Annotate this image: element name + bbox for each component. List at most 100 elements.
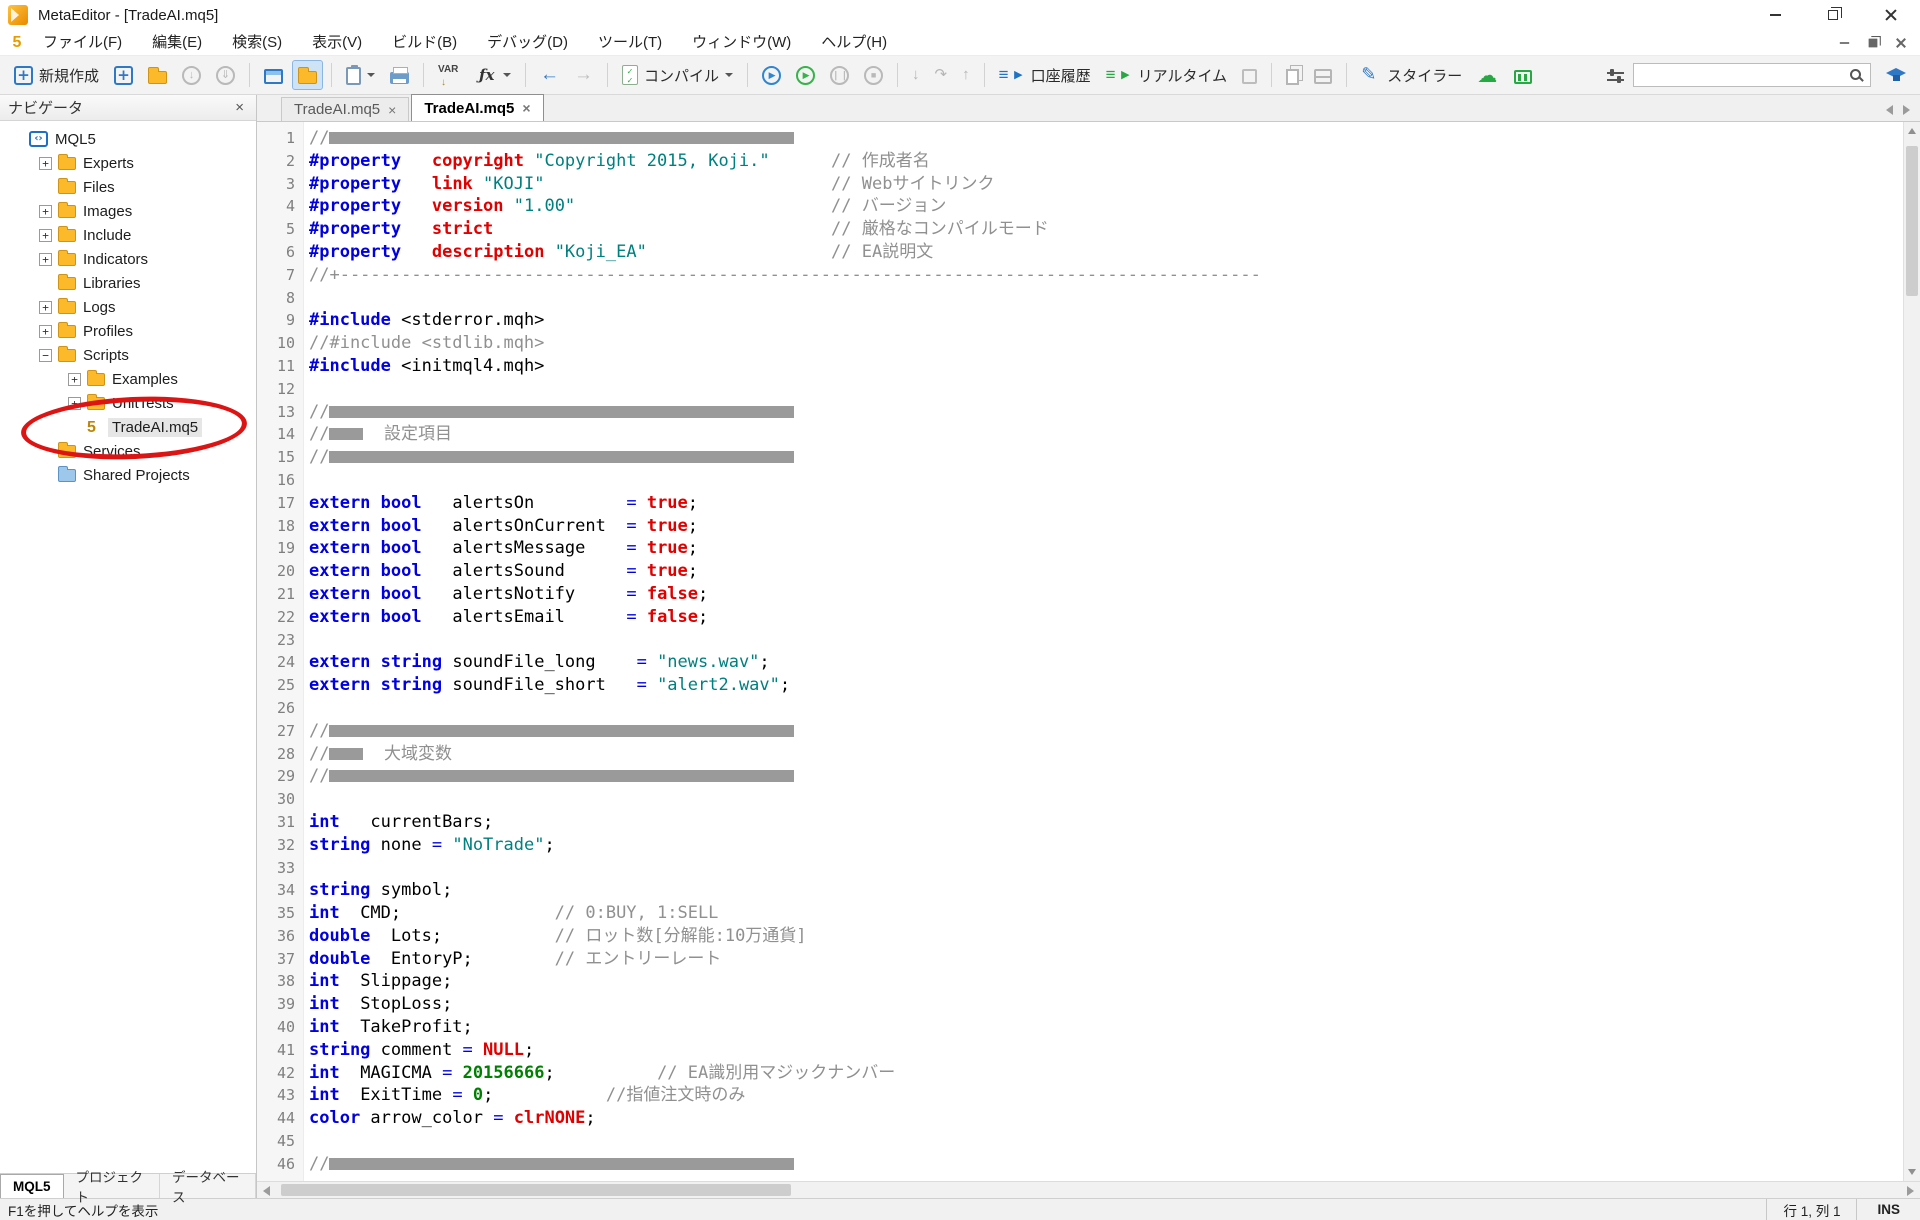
new-button[interactable]: 新規作成 xyxy=(8,60,105,90)
line-number: 6 xyxy=(257,241,295,264)
tree-item-libraries[interactable]: Libraries xyxy=(0,271,256,295)
search-icon[interactable] xyxy=(1850,69,1861,80)
tree-item-shared-projects[interactable]: Shared Projects xyxy=(0,463,256,487)
line-number: 23 xyxy=(257,629,295,652)
back-button[interactable]: ← xyxy=(534,60,565,90)
menu-v[interactable]: 表示(V) xyxy=(297,30,377,56)
menu-d[interactable]: デバッグ(D) xyxy=(472,30,583,56)
profile-report-button[interactable] xyxy=(1308,60,1338,90)
menu-e[interactable]: 編集(E) xyxy=(137,30,217,56)
print-button[interactable] xyxy=(384,60,415,90)
code-line-3: 3#property link "KOJI" // Webサイトリンク xyxy=(257,173,1903,196)
tree-item-label: MQL5 xyxy=(55,131,96,148)
tree-expander-icon[interactable]: + xyxy=(39,301,52,314)
vertical-scrollbar[interactable] xyxy=(1903,122,1920,1181)
run-button[interactable] xyxy=(790,60,821,90)
tab-scroll-left-icon[interactable] xyxy=(1886,105,1893,115)
minimize-button[interactable] xyxy=(1746,0,1804,30)
styler-button[interactable]: スタイラー xyxy=(1355,60,1468,90)
horizontal-scroll-thumb[interactable] xyxy=(281,1184,791,1196)
tree-item-experts[interactable]: +Experts xyxy=(0,151,256,175)
tree-item-profiles[interactable]: +Profiles xyxy=(0,319,256,343)
tree-expander-icon[interactable]: + xyxy=(39,229,52,242)
tree-expander-icon[interactable]: + xyxy=(39,205,52,218)
pause-button[interactable] xyxy=(824,60,855,90)
toolbox-toggle-button[interactable] xyxy=(292,60,323,90)
tree-expander-icon[interactable]: + xyxy=(39,157,52,170)
step-over-button[interactable]: ↷ xyxy=(929,60,954,90)
tree-expander-icon[interactable]: + xyxy=(39,325,52,338)
realtime-button[interactable]: リアルタイム xyxy=(1100,60,1234,90)
variables-button[interactable] xyxy=(432,60,468,90)
menu-t[interactable]: ツール(T) xyxy=(583,30,677,56)
tree-item-include[interactable]: +Include xyxy=(0,223,256,247)
code-area[interactable]: 1//2#property copyright "Copyright 2015,… xyxy=(257,122,1903,1181)
tab-close-icon[interactable]: × xyxy=(388,102,396,118)
mdi-restore-icon[interactable] xyxy=(1869,38,1878,47)
code-line-21: 21extern bool alertsNotify = false; xyxy=(257,583,1903,606)
tree-item-tradeai-mq5[interactable]: TradeAI.mq5 xyxy=(0,415,256,439)
menu-b[interactable]: ビルド(B) xyxy=(377,30,472,56)
compile-button[interactable]: コンパイル xyxy=(616,60,739,90)
tree-expander-icon[interactable]: − xyxy=(39,349,52,362)
tree-item-unittests[interactable]: +UnitTests xyxy=(0,391,256,415)
menu-f[interactable]: ファイル(F) xyxy=(28,30,137,56)
tree-item-images[interactable]: +Images xyxy=(0,199,256,223)
tree-expander-icon[interactable]: + xyxy=(39,253,52,266)
scroll-right-icon[interactable] xyxy=(1907,1186,1914,1196)
close-button[interactable] xyxy=(1862,0,1920,30)
new-window-button[interactable] xyxy=(108,60,139,90)
scroll-down-icon[interactable] xyxy=(1908,1169,1916,1175)
tree-item-logs[interactable]: +Logs xyxy=(0,295,256,319)
bottom-tab-[interactable]: データベース xyxy=(160,1174,256,1198)
mdi-minimize-icon[interactable] xyxy=(1840,42,1849,44)
scroll-up-icon[interactable] xyxy=(1908,128,1916,134)
mdi-close-icon[interactable] xyxy=(1896,38,1906,48)
menu-s[interactable]: 検索(S) xyxy=(217,30,297,56)
market-button[interactable] xyxy=(1508,60,1538,90)
navigator-toggle-button[interactable] xyxy=(258,60,289,90)
open-folder-button[interactable] xyxy=(142,60,173,90)
navigator-close-icon[interactable]: × xyxy=(231,99,248,116)
download-all-button[interactable] xyxy=(210,60,241,90)
code-line-9: 9#include <stderror.mqh> xyxy=(257,309,1903,332)
vertical-scroll-thumb[interactable] xyxy=(1906,146,1918,296)
mql5-logo-icon: 5 xyxy=(6,34,28,52)
scroll-left-icon[interactable] xyxy=(263,1186,270,1196)
paste-snippet-button[interactable] xyxy=(340,60,381,90)
function-list-button[interactable] xyxy=(471,60,517,90)
storage-button[interactable] xyxy=(1471,60,1505,90)
tree-item-files[interactable]: Files xyxy=(0,175,256,199)
help-education-button[interactable] xyxy=(1874,60,1912,90)
tree-item-mql5[interactable]: MQL5 xyxy=(0,127,256,151)
tree-item-indicators[interactable]: +Indicators xyxy=(0,247,256,271)
tab-close-icon[interactable]: × xyxy=(522,100,530,116)
bottom-tab-[interactable]: プロジェクト xyxy=(64,1174,161,1198)
search-input[interactable] xyxy=(1633,63,1871,87)
tree-item-examples[interactable]: +Examples xyxy=(0,367,256,391)
tree-expander-icon[interactable]: + xyxy=(68,397,81,410)
bottom-tab-mql5[interactable]: MQL5 xyxy=(0,1174,64,1198)
search-options-button[interactable] xyxy=(1601,60,1630,90)
menu-h[interactable]: ヘルプ(H) xyxy=(806,30,902,56)
tree-item-scripts[interactable]: −Scripts xyxy=(0,343,256,367)
restore-button[interactable] xyxy=(1804,0,1862,30)
step-into-button[interactable]: ↓ xyxy=(906,60,926,90)
editor-tab-1[interactable]: TradeAI.mq5× xyxy=(281,97,409,121)
stop-stream-button[interactable] xyxy=(1236,60,1263,90)
copy-profile-button[interactable] xyxy=(1280,60,1305,90)
download-button[interactable] xyxy=(176,60,207,90)
forward-button[interactable]: → xyxy=(568,60,599,90)
tab-scroll-right-icon[interactable] xyxy=(1903,105,1910,115)
stop-button[interactable] xyxy=(858,60,889,90)
horizontal-scrollbar[interactable] xyxy=(257,1181,1920,1198)
account-history-button[interactable]: 口座履歴 xyxy=(993,60,1097,90)
folder-icon xyxy=(58,349,76,362)
editor-tab-2[interactable]: TradeAI.mq5× xyxy=(411,94,543,121)
graduation-cap-icon xyxy=(1886,67,1906,83)
tree-expander-icon[interactable]: + xyxy=(68,373,81,386)
step-out-button[interactable]: ↑ xyxy=(956,60,976,90)
menu-w[interactable]: ウィンドウ(W) xyxy=(677,30,806,56)
tree-item-services[interactable]: Services xyxy=(0,439,256,463)
debug-start-button[interactable] xyxy=(756,60,787,90)
